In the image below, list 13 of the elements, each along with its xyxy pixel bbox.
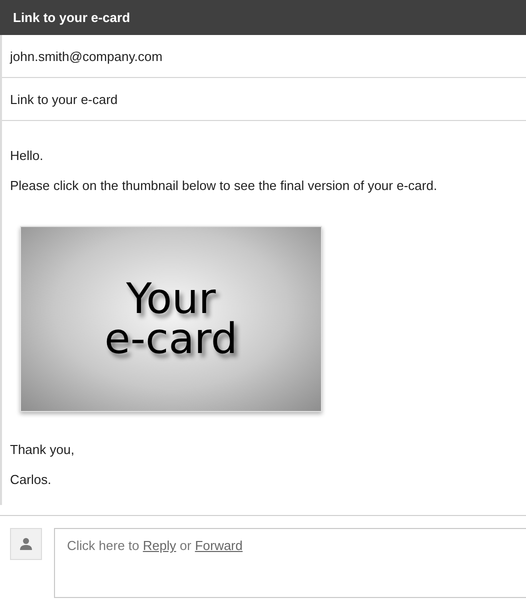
reply-field[interactable]: Click here to Reply or Forward <box>54 528 526 598</box>
ecard-thumbnail[interactable]: Your e-card <box>20 226 322 412</box>
reply-link[interactable]: Reply <box>142 538 176 553</box>
reply-prompt: Click here to Reply or Forward <box>67 538 243 553</box>
closing-text: Thank you, <box>10 442 76 457</box>
greeting-text: Hello. <box>10 148 44 163</box>
subject-line: Link to your e-card <box>2 78 526 121</box>
intro-text: Please click on the thumbnail below to see the final version of your e-card. <box>10 178 438 193</box>
forward-link[interactable]: Forward <box>194 538 243 553</box>
signature-text: Carlos. <box>10 472 52 487</box>
recipient-address: john.smith@company.com <box>2 35 526 78</box>
email-title: Link to your e-card <box>0 0 526 35</box>
avatar-icon <box>10 528 42 560</box>
